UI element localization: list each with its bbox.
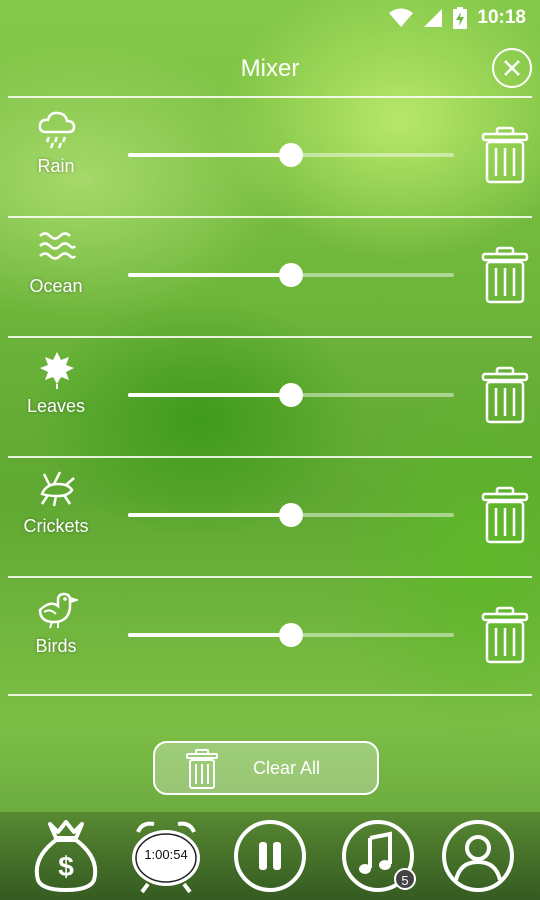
slider-fill [128, 513, 291, 517]
bottom-bar: $ 1:00:54 5 [0, 812, 540, 900]
trash-icon[interactable] [480, 606, 530, 664]
user-icon[interactable] [440, 818, 516, 894]
timer-text: 1:00:54 [144, 847, 188, 862]
page-title: Mixer [240, 55, 300, 82]
status-bar: 10:18 [0, 0, 540, 36]
slider-thumb[interactable] [279, 503, 303, 527]
trash-icon[interactable] [480, 246, 530, 304]
header: Mixer [0, 46, 540, 96]
waves-icon [39, 232, 77, 260]
sound-row-ocean: Ocean [0, 218, 540, 336]
clear-all-label: Clear All [253, 758, 321, 778]
slider-thumb[interactable] [279, 143, 303, 167]
trash-icon [186, 749, 218, 789]
trash-icon[interactable] [480, 126, 530, 184]
alarm-clock-button[interactable]: 1:00:54 [128, 818, 204, 894]
sound-row-birds: Birds [0, 578, 540, 696]
sound-label: Birds [35, 636, 77, 656]
svg-text:$: $ [58, 851, 74, 882]
sound-label: Crickets [23, 516, 89, 536]
slider-thumb[interactable] [279, 623, 303, 647]
rain-cloud-icon [38, 111, 76, 149]
cricket-icon [40, 471, 75, 507]
sound-row-rain: Rain [0, 98, 540, 216]
slider-fill [128, 273, 291, 277]
slider-thumb[interactable] [279, 263, 303, 287]
volume-slider[interactable] [128, 622, 454, 648]
money-bag-icon[interactable]: $ [28, 818, 104, 894]
battery-icon [453, 7, 468, 29]
sound-label: Rain [37, 156, 75, 176]
signal-icon [424, 9, 443, 27]
close-icon [504, 60, 520, 76]
sound-row-crickets: Crickets [0, 458, 540, 576]
clear-all-button[interactable]: Clear All [153, 741, 379, 795]
volume-slider[interactable] [128, 142, 454, 168]
volume-slider[interactable] [128, 262, 454, 288]
bird-icon [38, 592, 78, 629]
slider-thumb[interactable] [279, 383, 303, 407]
sound-label: Ocean [29, 276, 83, 296]
playlist-count-badge: 5 [394, 868, 416, 890]
clock-text: 10:18 [477, 7, 526, 28]
volume-slider[interactable] [128, 382, 454, 408]
slider-fill [128, 153, 291, 157]
close-button[interactable] [492, 48, 532, 88]
wifi-icon [389, 8, 414, 27]
trash-icon[interactable] [480, 486, 530, 544]
slider-fill [128, 393, 291, 397]
slider-fill [128, 633, 291, 637]
volume-slider[interactable] [128, 502, 454, 528]
sound-label: Leaves [26, 396, 86, 416]
pause-icon[interactable] [232, 818, 308, 894]
playlist-button[interactable]: 5 [340, 818, 416, 894]
sound-row-leaves: Leaves [0, 338, 540, 456]
trash-icon[interactable] [480, 366, 530, 424]
leaf-icon [40, 352, 74, 389]
divider [8, 694, 532, 696]
